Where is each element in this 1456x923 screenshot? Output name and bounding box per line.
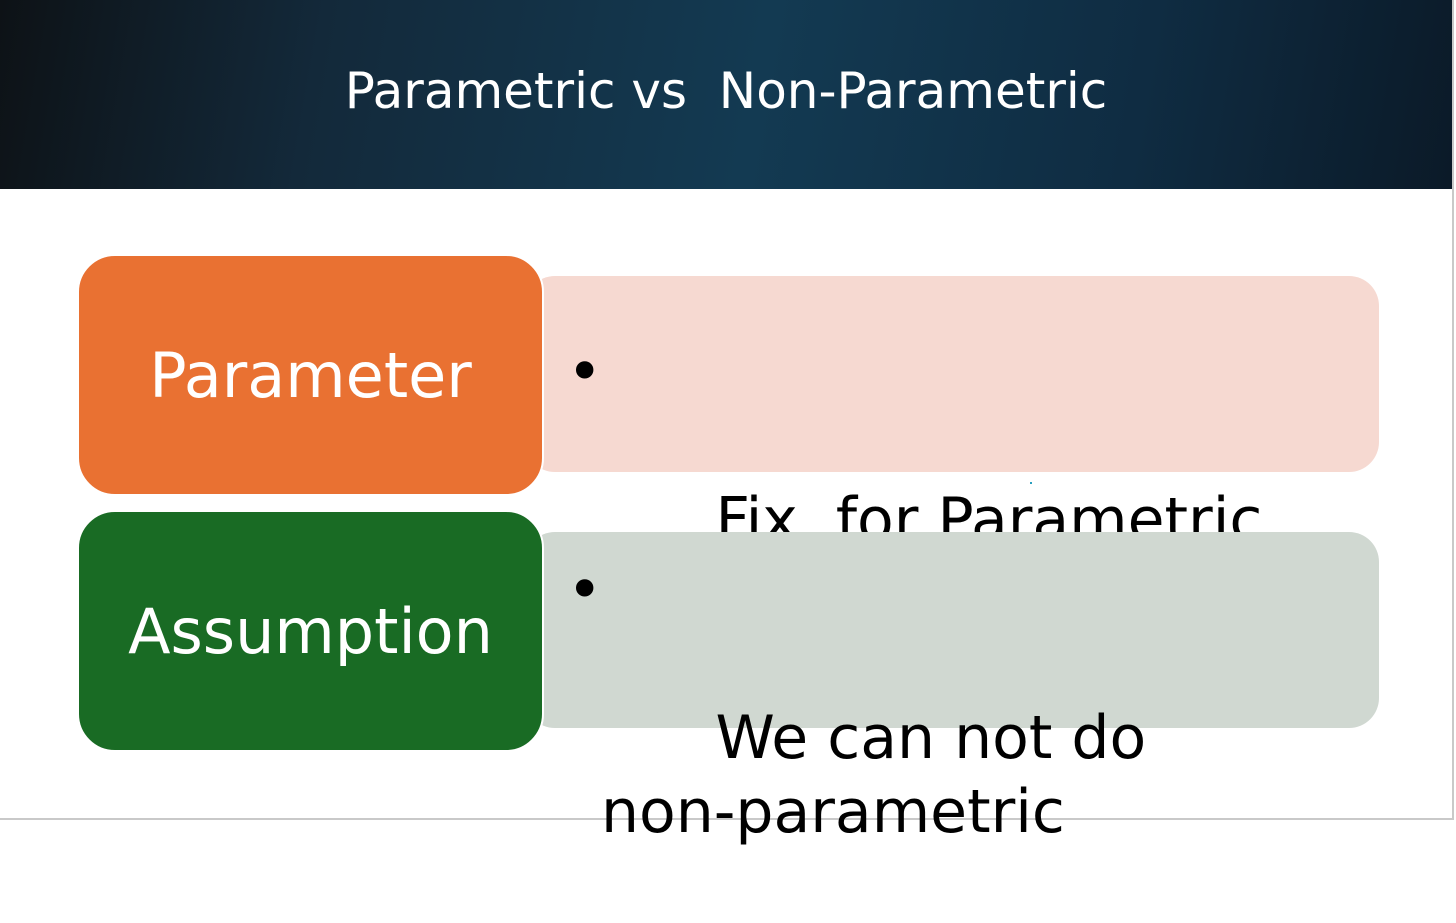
label-box-parameter: Parameter xyxy=(77,254,544,496)
bullet-icon: • xyxy=(567,337,603,407)
label-box-assumption: Assumption xyxy=(77,510,544,752)
detail-list-assumption: • We can not do non-parametric xyxy=(567,553,1267,923)
bullet-text: We can not do non-parametric xyxy=(601,703,1185,847)
bullet-item: • We can not do non-parametric xyxy=(567,553,1267,923)
label-text-parameter: Parameter xyxy=(149,338,472,412)
label-text-assumption: Assumption xyxy=(128,594,493,668)
bullet-icon: • xyxy=(567,555,603,625)
slide: Parametric vs Non-Parametric Parameter •… xyxy=(0,0,1454,847)
title-banner: Parametric vs Non-Parametric xyxy=(0,0,1452,189)
stray-mark xyxy=(1030,482,1032,484)
slide-title: Parametric vs Non-Parametric xyxy=(344,62,1108,120)
